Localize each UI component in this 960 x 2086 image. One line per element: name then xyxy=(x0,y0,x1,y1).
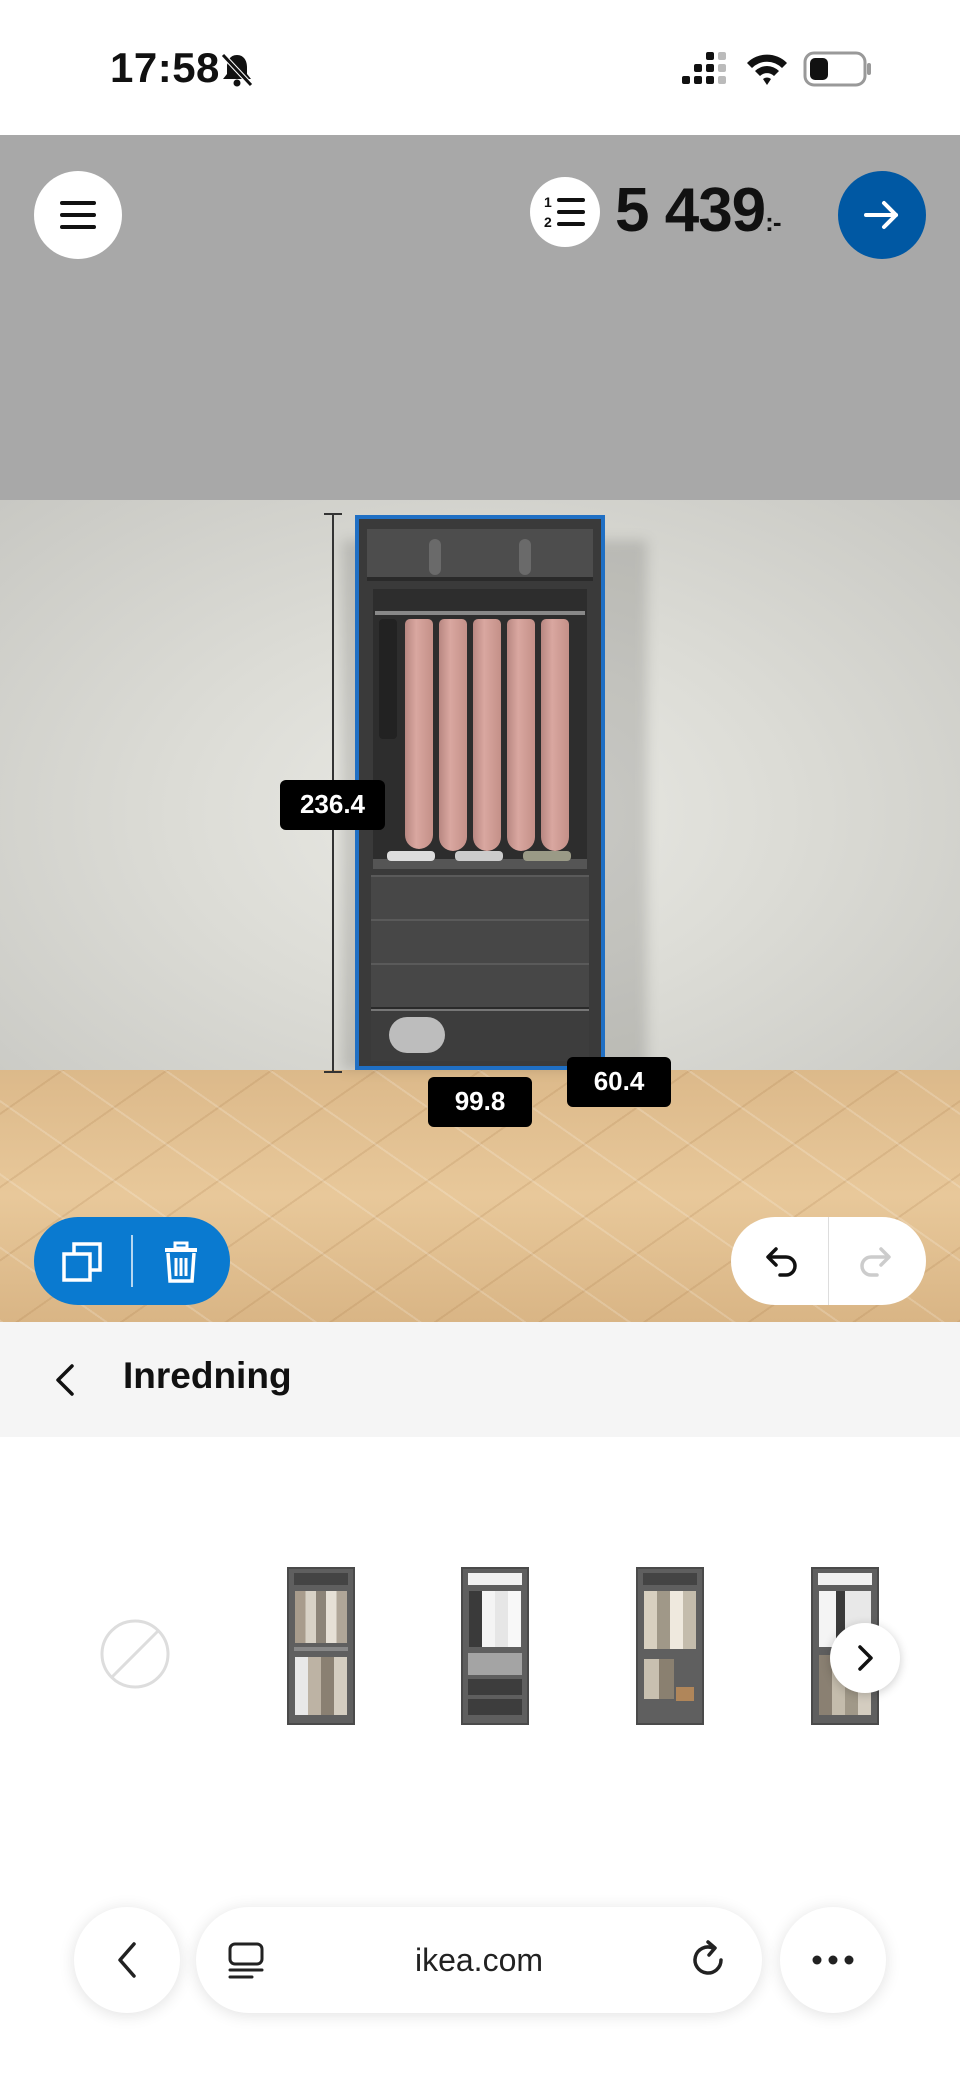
wardrobe-frame[interactable] xyxy=(355,515,605,1070)
status-time: 17:58 xyxy=(110,44,220,91)
garment xyxy=(473,619,501,851)
dark-garment xyxy=(379,619,397,739)
browser-back-button[interactable] xyxy=(74,1907,180,2013)
ceiling xyxy=(0,135,960,500)
total-price: 5 439:- xyxy=(615,171,782,262)
delete-button[interactable] xyxy=(132,1217,230,1305)
option-thumbnail-clothes xyxy=(295,1591,347,1643)
section-title: Inredning xyxy=(123,1355,292,1396)
top-shelf xyxy=(367,529,593,581)
chevron-left-icon xyxy=(118,1942,136,1978)
option-thumbnail-top xyxy=(818,1573,872,1585)
hook-left xyxy=(429,539,441,575)
option-thumbnail-top xyxy=(468,1573,522,1585)
trash-icon xyxy=(165,1241,197,1283)
option-thumbnail-drawer xyxy=(468,1699,522,1715)
browser-toolbar: ikea.com xyxy=(0,1877,960,2086)
option-none[interactable] xyxy=(98,1617,172,1691)
redo-icon xyxy=(860,1247,891,1277)
duplicate-button[interactable] xyxy=(34,1217,132,1305)
width-dimension-label[interactable]: 99.8 xyxy=(428,1077,532,1127)
history-pill xyxy=(731,1217,926,1305)
hook-right xyxy=(519,539,531,575)
drawer xyxy=(371,875,589,921)
undo-button[interactable] xyxy=(731,1217,828,1305)
section-back-button[interactable] xyxy=(36,1350,96,1410)
design-viewport[interactable]: 236.4 99.8 60.4 1 2 5 439:- xyxy=(0,135,960,1322)
bell-off-icon xyxy=(221,53,253,87)
battery-icon xyxy=(803,51,871,87)
option-thumbnail-top xyxy=(294,1573,348,1585)
product-list-button[interactable]: 1 2 xyxy=(530,177,600,247)
option-thumbnail-clothes xyxy=(295,1657,347,1715)
height-guide-bottom xyxy=(324,1071,342,1073)
more-options-button[interactable] xyxy=(780,1907,886,2013)
undo-icon xyxy=(766,1247,797,1277)
interior-option-1[interactable] xyxy=(287,1567,355,1725)
depth-dimension-label[interactable]: 60.4 xyxy=(567,1057,671,1107)
section-header: Inredning xyxy=(0,1322,960,1437)
numbered-list-icon: 1 2 xyxy=(544,194,585,230)
height-guide-top xyxy=(324,513,342,515)
garment xyxy=(507,619,535,851)
garment xyxy=(541,619,569,851)
folded-clothes xyxy=(387,851,435,861)
svg-text:2: 2 xyxy=(544,214,552,230)
option-thumbnail-clothes xyxy=(469,1591,521,1647)
drawer xyxy=(371,963,589,1009)
folded-clothes xyxy=(455,851,503,861)
option-thumbnail-top xyxy=(643,1573,697,1585)
no-selection-icon xyxy=(100,1619,170,1689)
status-bar: 17:58 xyxy=(0,0,960,135)
hamburger-icon xyxy=(60,201,96,229)
tabs-icon[interactable] xyxy=(226,1940,266,1980)
edit-actions-pill xyxy=(34,1217,230,1305)
height-dimension-label[interactable]: 236.4 xyxy=(280,780,385,830)
menu-button[interactable] xyxy=(34,171,122,259)
option-thumbnail-basket xyxy=(468,1653,522,1675)
garment xyxy=(439,619,467,851)
svg-text:1: 1 xyxy=(544,194,552,210)
option-thumbnail-box xyxy=(676,1687,694,1701)
wifi-icon xyxy=(747,54,787,85)
chevron-left-icon xyxy=(56,1364,74,1396)
redo-button[interactable] xyxy=(829,1217,926,1305)
price-amount: 5 439 xyxy=(615,176,766,245)
reload-icon[interactable] xyxy=(688,1940,730,1982)
duplicate-icon xyxy=(62,1242,102,1282)
garment xyxy=(405,619,433,849)
scroll-right-button[interactable] xyxy=(830,1623,900,1693)
arrow-right-icon xyxy=(864,201,898,229)
address-bar[interactable]: ikea.com xyxy=(196,1907,762,2013)
basket-item xyxy=(389,1017,445,1053)
option-thumbnail-shelf xyxy=(294,1647,348,1651)
more-dots-icon xyxy=(812,1955,854,1965)
folded-clothes xyxy=(523,851,571,861)
option-thumbnail-drawer xyxy=(468,1679,522,1695)
next-step-button[interactable] xyxy=(838,171,926,259)
signal-icon xyxy=(682,52,726,84)
url-text: ikea.com xyxy=(414,1942,544,1978)
price-currency-suffix: :- xyxy=(765,207,781,237)
interior-options-carousel xyxy=(0,1437,960,1877)
option-thumbnail-clothes xyxy=(644,1591,696,1649)
option-thumbnail-clothes xyxy=(644,1659,674,1699)
clothes-rail xyxy=(375,611,585,615)
interior-option-3[interactable] xyxy=(636,1567,704,1725)
chevron-right-icon xyxy=(858,1645,873,1671)
interior-option-2[interactable] xyxy=(461,1567,529,1725)
drawer xyxy=(371,919,589,965)
